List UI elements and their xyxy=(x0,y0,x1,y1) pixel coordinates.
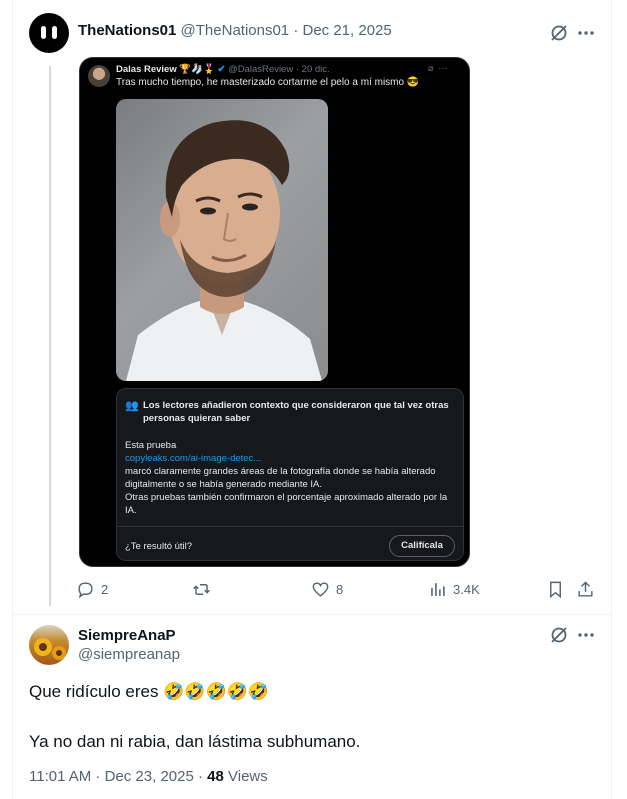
community-note: 👥 Los lectores añadieron contexto que co… xyxy=(116,388,464,561)
tweet-header: TheNations01 @TheNations01 · Dec 21, 202… xyxy=(78,22,392,39)
share-icon xyxy=(578,581,593,597)
note-helpful-question: ¿Te resultó útil? xyxy=(125,541,193,552)
views-icon xyxy=(431,583,445,596)
reply-author-name[interactable]: SiempreAnaP xyxy=(78,627,176,644)
views-count: 3.4K xyxy=(453,582,480,597)
note-line-2: marcó claramente grandes áreas de la fot… xyxy=(125,466,436,490)
avatar[interactable] xyxy=(29,13,69,53)
share-button[interactable] xyxy=(576,580,595,599)
bookmark-icon xyxy=(550,581,561,599)
like-icon xyxy=(312,582,329,597)
bookmark-button[interactable] xyxy=(546,580,565,599)
thread-connector-line xyxy=(49,66,51,606)
views-button[interactable]: 3.4K xyxy=(428,580,480,599)
community-note-title: Los lectores añadieron contexto que cons… xyxy=(143,400,449,424)
embedded-screenshot[interactable]: Dalas Review 🏆🧦🎖️ ✔ @DalasReview · 20 di… xyxy=(79,57,470,567)
reply-views-label: Views xyxy=(223,768,268,785)
like-count: 8 xyxy=(336,582,344,597)
embedded-more-icon: ⌀ ··· xyxy=(428,63,448,73)
note-line-1: Esta prueba xyxy=(125,440,177,451)
grok-icon[interactable] xyxy=(549,23,569,43)
timeline-border-left xyxy=(12,0,13,799)
reply-timestamp[interactable]: 11:01 AM · Dec 23, 2025 · xyxy=(29,768,207,785)
reply-button[interactable]: 2 xyxy=(76,580,108,599)
embedded-text: Tras mucho tiempo, he masterizado cortar… xyxy=(116,77,420,88)
more-icon[interactable] xyxy=(576,23,596,43)
reply-count: 2 xyxy=(101,582,109,597)
community-note-icon: 👥 xyxy=(125,400,139,412)
reply-meta: 11:01 AM · Dec 23, 2025 · 48 Views xyxy=(29,768,268,785)
like-button[interactable]: 8 xyxy=(311,580,343,599)
note-divider xyxy=(117,526,463,527)
embedded-date: 20 dic. xyxy=(301,64,330,75)
author-name[interactable]: TheNations01 xyxy=(78,22,176,39)
timeline-border-right xyxy=(611,0,612,799)
tweet-date[interactable]: Dec 21, 2025 xyxy=(303,22,392,39)
grok-icon[interactable] xyxy=(549,625,569,645)
avatar-eye-left xyxy=(41,26,46,39)
sunflower-avatar-image xyxy=(34,638,66,660)
note-line-3: Otras pruebas también confirmaron el por… xyxy=(125,492,448,516)
reply-text-line-1: Que ridículo eres 🤣🤣🤣🤣🤣 xyxy=(29,682,270,701)
portrait-illustration xyxy=(126,120,322,381)
reply-author-handle[interactable]: @siempreanap xyxy=(78,646,180,663)
verified-icon: ✔ xyxy=(217,64,226,75)
embedded-badges: 🏆🧦🎖️ xyxy=(179,64,215,75)
avatar-eye-right xyxy=(52,26,57,39)
tweet-action-bar: 2 8 3.4K xyxy=(76,580,606,602)
reply-views-count: 48 xyxy=(207,768,224,785)
portrait-photo xyxy=(116,99,328,381)
tweet-divider xyxy=(12,614,612,615)
separator: · xyxy=(293,22,299,39)
embedded-avatar xyxy=(88,65,110,87)
retweet-button[interactable] xyxy=(192,580,217,599)
more-icon[interactable] xyxy=(576,625,596,645)
reply-icon xyxy=(78,582,93,599)
author-handle[interactable]: @TheNations01 xyxy=(181,22,290,39)
reply-avatar[interactable] xyxy=(29,625,69,665)
reply-text-line-2: Ya no dan ni rabia, dan lástima subhuman… xyxy=(29,732,361,751)
retweet-icon xyxy=(193,584,210,595)
embedded-header: Dalas Review 🏆🧦🎖️ ✔ @DalasReview · 20 di… xyxy=(116,64,330,75)
community-note-body: Esta prueba copyleaks.com/ai-image-detec… xyxy=(125,439,459,517)
rate-note-button: Califícala xyxy=(389,535,455,557)
embedded-handle: @DalasReview xyxy=(228,64,294,75)
note-link: copyleaks.com/ai-image-detec... xyxy=(125,453,262,464)
embedded-author-name: Dalas Review xyxy=(116,64,177,75)
